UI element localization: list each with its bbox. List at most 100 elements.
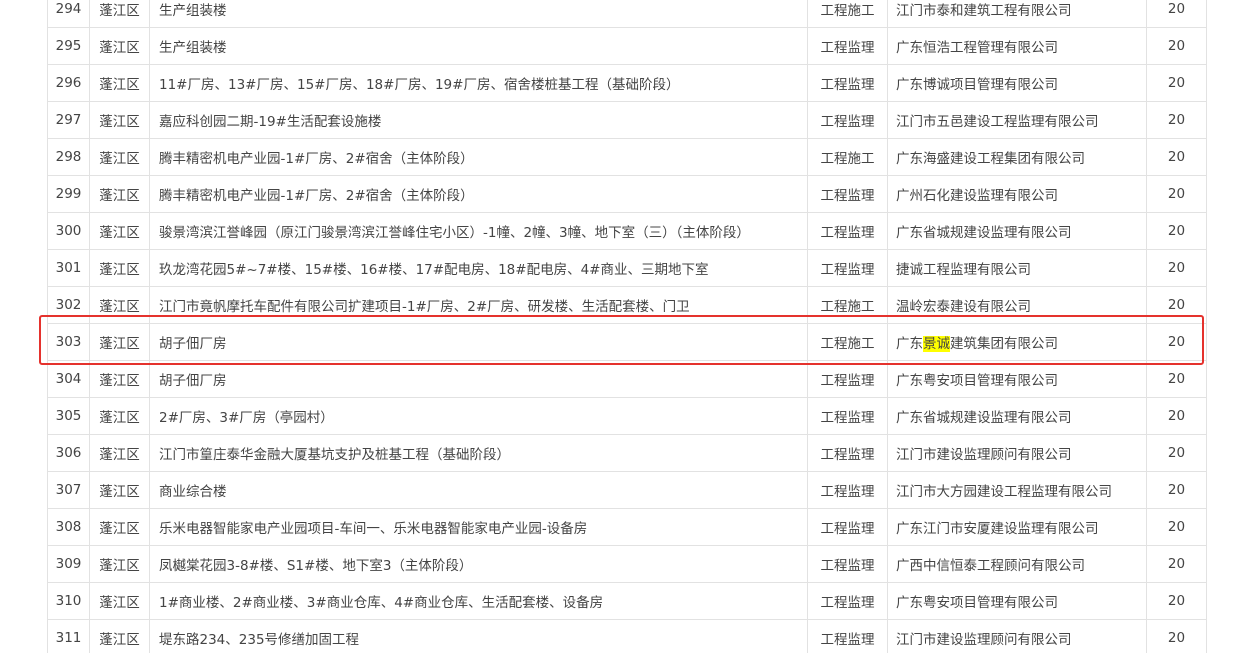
score-cell: 20 [1146, 360, 1207, 398]
company-cell: 广东粤安项目管理有限公司 [887, 582, 1147, 620]
table-row: 306 蓬江区 江门市篁庄泰华金融大厦基坑支护及桩基工程（基础阶段） 工程监理 江门市建… [47, 434, 1207, 472]
project-name-cell: 嘉应科创园二期-19#生活配套设施楼 [149, 101, 808, 139]
work-type-cell: 工程监理 [807, 249, 888, 287]
company-name-text: 广东粤安项目管理有限公司 [896, 595, 1058, 611]
company-cell: 捷诚工程监理有限公司 [887, 249, 1147, 287]
project-name-cell: 堤东路234、235号修缮加固工程 [149, 619, 808, 653]
company-cell: 广东省城规建设监理有限公司 [887, 397, 1147, 435]
score-cell: 20 [1146, 101, 1207, 139]
project-name-cell: 凤樾棠花园3-8#楼、S1#楼、地下室3（主体阶段） [149, 545, 808, 583]
company-name-text: 广东 [896, 336, 923, 352]
company-name-text: 广东博诚项目管理有限公司 [896, 77, 1058, 93]
district-cell: 蓬江区 [89, 101, 150, 139]
row-number-cell: 302 [47, 286, 90, 324]
district-cell: 蓬江区 [89, 471, 150, 509]
company-name-text: 温岭宏泰建设有限公司 [896, 299, 1031, 315]
table-row: 298 蓬江区 腾丰精密机电产业园-1#厂房、2#宿舍（主体阶段） 工程施工 广东海盛建… [47, 138, 1207, 176]
district-cell: 蓬江区 [89, 397, 150, 435]
project-name-cell: 11#厂房、13#厂房、15#厂房、18#厂房、19#厂房、宿舍楼桩基工程（基础… [149, 64, 808, 102]
company-name-text: 江门市建设监理顾问有限公司 [896, 447, 1072, 463]
work-type-cell: 工程施工 [807, 138, 888, 176]
score-cell: 20 [1146, 323, 1207, 361]
table-row: 311 蓬江区 堤东路234、235号修缮加固工程 工程监理 江门市建设监理顾问有限公司… [47, 619, 1207, 653]
row-number-cell: 306 [47, 434, 90, 472]
project-name-cell: 胡子佃厂房 [149, 323, 808, 361]
table-row: 297 蓬江区 嘉应科创园二期-19#生活配套设施楼 工程监理 江门市五邑建设工程监理有… [47, 101, 1207, 139]
district-cell: 蓬江区 [89, 27, 150, 65]
table-row: 307 蓬江区 商业综合楼 工程监理 江门市大方园建设工程监理有限公司 20 [47, 471, 1207, 509]
score-cell: 20 [1146, 0, 1207, 28]
work-type-cell: 工程施工 [807, 323, 888, 361]
district-cell: 蓬江区 [89, 64, 150, 102]
company-name-text: 广东海盛建设工程集团有限公司 [896, 151, 1085, 167]
work-type-cell: 工程监理 [807, 64, 888, 102]
score-cell: 20 [1146, 249, 1207, 287]
row-number-cell: 300 [47, 212, 90, 250]
table-row: 309 蓬江区 凤樾棠花园3-8#楼、S1#楼、地下室3（主体阶段） 工程监理 广西中信… [47, 545, 1207, 583]
row-number-cell: 299 [47, 175, 90, 213]
score-cell: 20 [1146, 582, 1207, 620]
district-cell: 蓬江区 [89, 508, 150, 546]
company-cell: 广东博诚项目管理有限公司 [887, 64, 1147, 102]
work-type-cell: 工程监理 [807, 212, 888, 250]
company-name-text: 江门市大方园建设工程监理有限公司 [896, 484, 1112, 500]
company-cell: 广东江门市安厦建设监理有限公司 [887, 508, 1147, 546]
district-cell: 蓬江区 [89, 138, 150, 176]
company-cell: 广东景诚建筑集团有限公司 [887, 323, 1147, 361]
district-cell: 蓬江区 [89, 619, 150, 653]
company-cell: 江门市大方园建设工程监理有限公司 [887, 471, 1147, 509]
work-type-cell: 工程监理 [807, 508, 888, 546]
score-cell: 20 [1146, 64, 1207, 102]
district-cell: 蓬江区 [89, 582, 150, 620]
company-cell: 江门市建设监理顾问有限公司 [887, 434, 1147, 472]
company-cell: 广东省城规建设监理有限公司 [887, 212, 1147, 250]
work-type-cell: 工程监理 [807, 545, 888, 583]
row-number-cell: 308 [47, 508, 90, 546]
table-row: 295 蓬江区 生产组装楼 工程监理 广东恒浩工程管理有限公司 20 [47, 27, 1207, 65]
results-table-container: 294 蓬江区 生产组装楼 工程施工 江门市泰和建筑工程有限公司 20 295 蓬江区 生产组装… [47, 0, 1207, 653]
company-name-text: 建筑集团有限公司 [950, 336, 1058, 352]
company-cell: 广西中信恒泰工程顾问有限公司 [887, 545, 1147, 583]
row-number-cell: 305 [47, 397, 90, 435]
score-cell: 20 [1146, 27, 1207, 65]
work-type-cell: 工程监理 [807, 397, 888, 435]
row-number-cell: 307 [47, 471, 90, 509]
score-cell: 20 [1146, 286, 1207, 324]
score-cell: 20 [1146, 212, 1207, 250]
district-cell: 蓬江区 [89, 249, 150, 287]
project-name-cell: 2#厂房、3#厂房（亭园村） [149, 397, 808, 435]
table-row: 300 蓬江区 骏景湾滨江誉峰园（原江门骏景湾滨江誉峰住宅小区）-1幢、2幢、3幢、… [47, 212, 1207, 250]
company-name-text: 广东省城规建设监理有限公司 [896, 410, 1072, 426]
row-number-cell: 304 [47, 360, 90, 398]
company-cell: 广东恒浩工程管理有限公司 [887, 27, 1147, 65]
project-name-cell: 生产组装楼 [149, 27, 808, 65]
row-number-cell: 294 [47, 0, 90, 28]
row-number-cell: 309 [47, 545, 90, 583]
project-name-cell: 江门市竟帆摩托车配件有限公司扩建项目-1#厂房、2#厂房、研发楼、生活配套楼、门… [149, 286, 808, 324]
company-cell: 江门市建设监理顾问有限公司 [887, 619, 1147, 653]
row-number-cell: 296 [47, 64, 90, 102]
company-cell: 广州石化建设监理有限公司 [887, 175, 1147, 213]
project-name-cell: 商业综合楼 [149, 471, 808, 509]
score-cell: 20 [1146, 434, 1207, 472]
search-highlight: 景诚 [923, 336, 950, 352]
district-cell: 蓬江区 [89, 286, 150, 324]
project-name-cell: 生产组装楼 [149, 0, 808, 28]
table-row: 303 蓬江区 胡子佃厂房 工程施工 广东景诚建筑集团有限公司 20 [47, 323, 1207, 361]
score-cell: 20 [1146, 138, 1207, 176]
project-name-cell: 腾丰精密机电产业园-1#厂房、2#宿舍（主体阶段） [149, 175, 808, 213]
score-cell: 20 [1146, 545, 1207, 583]
results-table-body: 294 蓬江区 生产组装楼 工程施工 江门市泰和建筑工程有限公司 20 295 蓬江区 生产组装… [47, 0, 1207, 653]
company-name-text: 广东省城规建设监理有限公司 [896, 225, 1072, 241]
company-cell: 广东海盛建设工程集团有限公司 [887, 138, 1147, 176]
company-name-text: 江门市建设监理顾问有限公司 [896, 632, 1072, 648]
row-number-cell: 303 [47, 323, 90, 361]
work-type-cell: 工程监理 [807, 471, 888, 509]
table-row: 304 蓬江区 胡子佃厂房 工程监理 广东粤安项目管理有限公司 20 [47, 360, 1207, 398]
work-type-cell: 工程监理 [807, 27, 888, 65]
company-name-text: 广西中信恒泰工程顾问有限公司 [896, 558, 1085, 574]
table-row: 301 蓬江区 玖龙湾花园5#~7#楼、15#楼、16#楼、17#配电房、18#配电… [47, 249, 1207, 287]
district-cell: 蓬江区 [89, 360, 150, 398]
company-name-text: 广州石化建设监理有限公司 [896, 188, 1058, 204]
district-cell: 蓬江区 [89, 0, 150, 28]
